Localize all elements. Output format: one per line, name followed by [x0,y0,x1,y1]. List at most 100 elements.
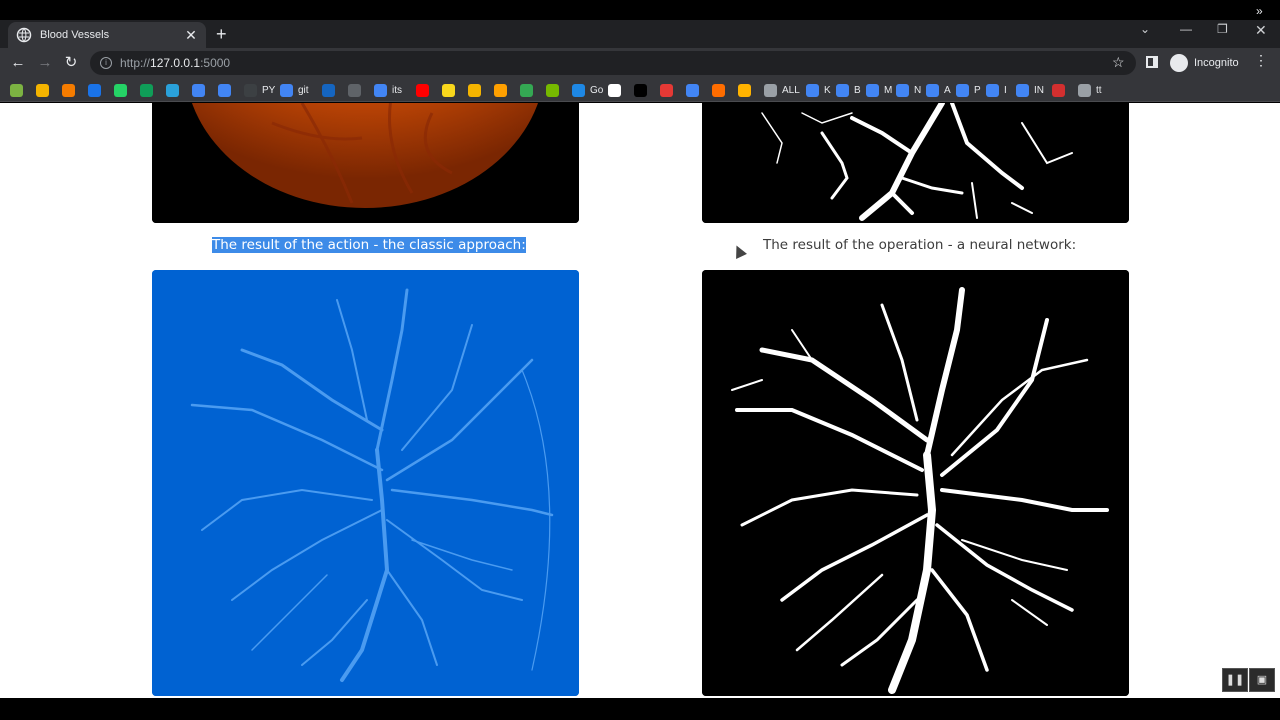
bookmark-item[interactable] [634,83,647,97]
bookmark-item[interactable] [348,83,361,97]
picture-in-picture-icon[interactable]: ▣ [1249,668,1275,692]
bookmark-item[interactable]: tt [1078,83,1102,97]
tab-strip: Blood Vessels ✕ [0,20,1280,48]
bookmark-label: its [392,84,402,96]
bookmark-favicon-icon [764,83,777,97]
pause-icon[interactable]: ❚❚ [1222,668,1248,692]
bookmark-item[interactable] [166,83,179,97]
bookmark-favicon-icon [468,83,481,97]
bookmark-item[interactable] [660,83,673,97]
bookmark-item[interactable]: its [374,83,402,97]
bookmark-favicon-icon [322,83,335,97]
menu-kebab-icon[interactable]: ⋮ [1254,52,1268,69]
bookmark-favicon-icon [10,83,23,97]
bookmark-item[interactable] [712,83,725,97]
bookmark-favicon-icon [442,83,455,97]
bookmark-label: M [884,84,893,96]
bookmark-item[interactable]: Go [572,83,603,97]
bookmark-item[interactable] [140,83,153,97]
classic-result-image [152,270,579,696]
bookmark-label: K [824,84,831,96]
bookmark-label: Go [590,84,604,96]
bookmark-favicon-icon [546,83,559,97]
url-text: http://127.0.0.1:5000 [120,56,231,70]
bookmark-favicon-icon [1016,83,1029,97]
address-bar[interactable]: i http://127.0.0.1:5000 [90,51,1136,75]
bookmark-item[interactable] [546,83,559,97]
screen-bottom-border [0,698,1280,720]
bookmark-favicon-icon [896,83,909,97]
bookmark-item[interactable]: PY [244,83,275,97]
screen-top-border [0,0,1280,20]
bookmark-item[interactable]: P [956,83,981,97]
bookmark-favicon-icon [114,83,127,97]
bookmarks-bar: PY git its Go ALL K B M N A P I IN tt [0,78,1280,102]
incognito-profile-button[interactable]: Incognito [1170,52,1239,74]
minimize-button[interactable]: — [1180,22,1192,44]
reload-button[interactable]: ↻ [62,54,80,72]
bookmark-favicon-icon [1078,83,1091,97]
bookmark-item[interactable] [520,83,533,97]
bookmark-item[interactable] [192,83,205,97]
bookmark-item[interactable]: A [926,83,951,97]
bookmark-item[interactable]: N [896,83,921,97]
close-window-button[interactable]: ✕ [1255,22,1267,44]
bookmark-item[interactable]: git [280,83,309,97]
bookmark-item[interactable] [686,83,699,97]
browser-toolbar: ← → ↻ i http://127.0.0.1:5000 ☆ Incognit… [0,48,1280,78]
new-tab-button[interactable]: + [216,24,227,44]
bookmark-item[interactable]: IN [1016,83,1044,97]
bookmark-favicon-icon [836,83,849,97]
bookmark-item[interactable]: K [806,83,831,97]
bookmark-item[interactable] [322,83,335,97]
incognito-icon [1170,54,1188,72]
bookmark-favicon-icon [192,83,205,97]
bookmark-item[interactable] [36,83,49,97]
bookmark-favicon-icon [280,83,293,97]
bookmark-item[interactable] [1052,83,1065,97]
bookmark-item[interactable] [738,83,751,97]
bookmark-item[interactable] [416,83,429,97]
bookmark-item[interactable] [494,83,507,97]
bookmark-favicon-icon [348,83,361,97]
bookmark-item[interactable] [114,83,127,97]
neural-result-image [702,270,1129,696]
bookmark-item[interactable] [88,83,101,97]
neural-mask-top-image [702,103,1129,223]
bookmark-favicon-icon [608,83,621,97]
tab-search-icon[interactable]: ⌄ [1140,22,1150,44]
info-icon[interactable]: i [100,57,112,69]
bookmark-label: P [974,84,981,96]
bookmark-label: PY [262,84,276,96]
bookmarks-overflow-icon[interactable]: » [1256,4,1263,18]
bookmark-favicon-icon [416,83,429,97]
bookmark-item[interactable] [608,83,621,97]
bookmark-item[interactable]: M [866,83,892,97]
bookmark-favicon-icon [686,83,699,97]
close-tab-icon[interactable]: ✕ [184,27,198,44]
bookmark-item[interactable] [218,83,231,97]
bookmark-favicon-icon [140,83,153,97]
bookmark-item[interactable] [10,83,23,97]
bookmark-favicon-icon [660,83,673,97]
side-panel-icon[interactable] [1146,56,1158,68]
bookmark-favicon-icon [62,83,75,97]
fundus-image [152,103,579,223]
bookmark-favicon-icon [634,83,647,97]
forward-button[interactable]: → [36,54,54,72]
bookmark-item[interactable]: B [836,83,861,97]
bookmark-label: A [944,84,951,96]
bookmark-star-icon[interactable]: ☆ [1112,54,1125,71]
bookmark-item[interactable]: ALL [764,83,800,97]
bookmark-label: B [854,84,861,96]
back-button[interactable]: ← [9,54,27,72]
bookmark-item[interactable]: I [986,83,1007,97]
bookmark-item[interactable] [442,83,455,97]
bookmark-item[interactable] [468,83,481,97]
bookmark-favicon-icon [520,83,533,97]
restore-button[interactable]: ❐ [1217,22,1228,44]
bookmark-favicon-icon [866,83,879,97]
tab-blood-vessels[interactable]: Blood Vessels ✕ [8,22,206,48]
bookmark-item[interactable] [62,83,75,97]
bookmark-favicon-icon [36,83,49,97]
